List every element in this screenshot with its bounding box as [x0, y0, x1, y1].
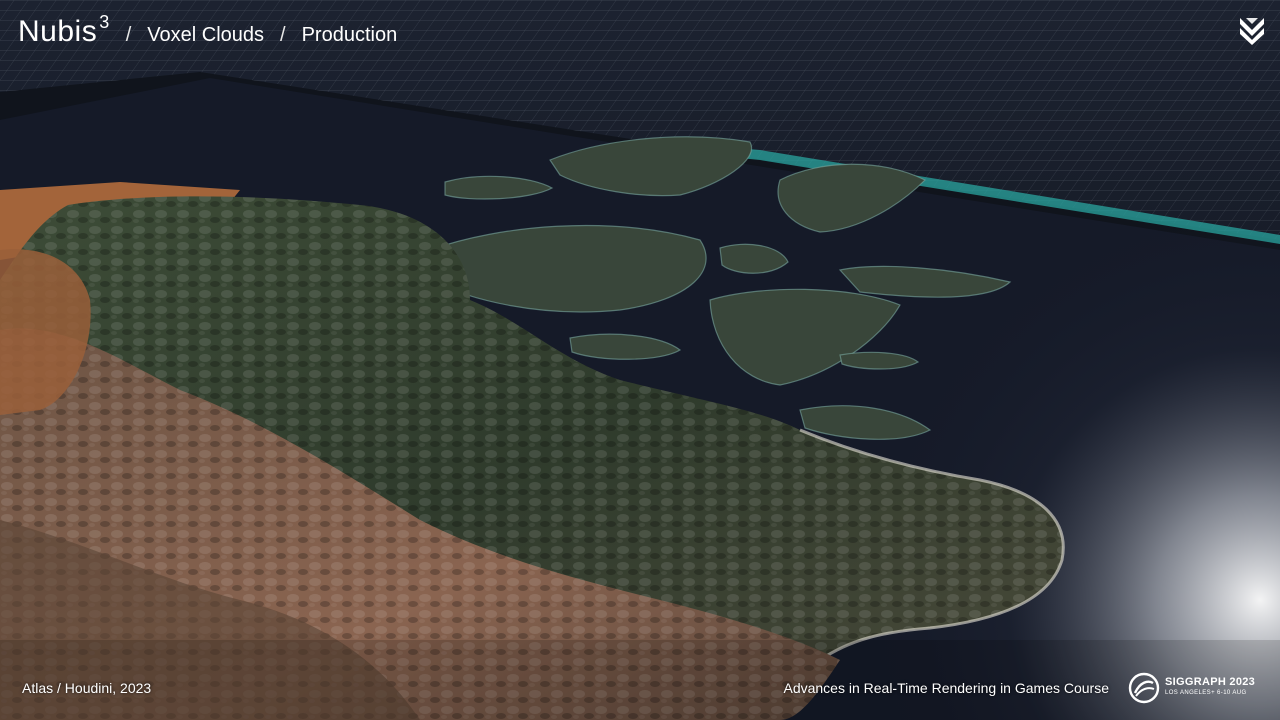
slide: Nubis 3 / Voxel Clouds / Production Atlas…: [0, 0, 1280, 720]
brand-title: Nubis 3: [18, 12, 110, 48]
breadcrumb-production: Production: [301, 24, 398, 46]
siggraph-subtitle: LOS ANGELES+ 6-10 AUG: [1165, 690, 1247, 696]
slide-header: Nubis 3 / Voxel Clouds / Production: [18, 12, 398, 49]
footer-course: Advances in Real-Time Rendering in Games…: [783, 680, 1109, 696]
terrain-render: [0, 0, 1280, 720]
breadcrumb-voxel-clouds: Voxel Clouds: [147, 24, 265, 46]
breadcrumb-separator: /: [125, 24, 132, 46]
siggraph-title: SIGGRAPH 2023: [1165, 676, 1256, 688]
footer-credit: Atlas / Houdini, 2023: [22, 680, 152, 696]
brand-superscript: 3: [99, 12, 110, 32]
breadcrumb-separator: /: [280, 24, 286, 46]
siggraph-logo-icon: [1128, 672, 1160, 704]
studio-logo-icon: [1240, 18, 1264, 45]
siggraph-wordmark: SIGGRAPH 2023 LOS ANGELES+ 6-10 AUG: [1165, 676, 1256, 697]
